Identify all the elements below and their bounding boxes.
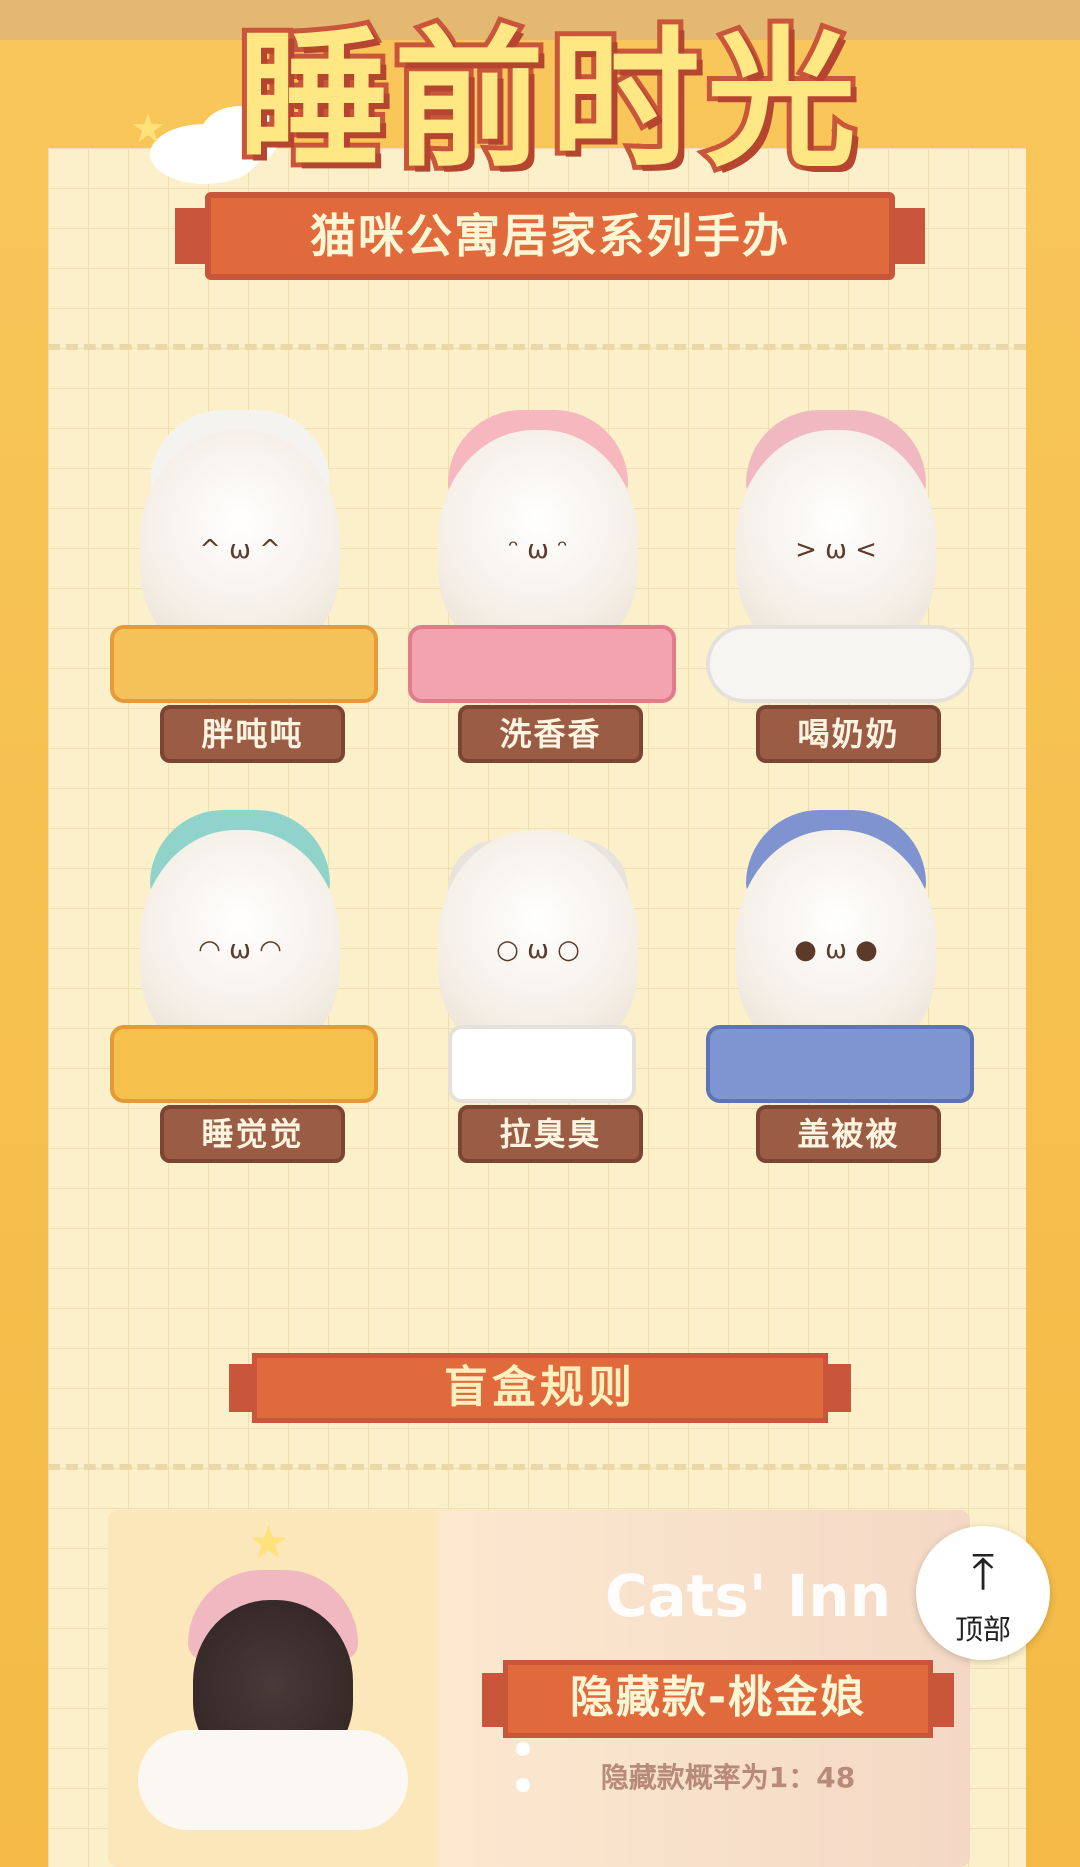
cat-face-icon: ○ ω ○ bbox=[496, 935, 580, 965]
figure-label: 喝奶奶 bbox=[756, 705, 941, 763]
cat-face-icon: > ω < bbox=[795, 535, 877, 565]
cat-face-icon: ● ω ● bbox=[794, 935, 878, 965]
figure-label: 盖被被 bbox=[756, 1105, 941, 1163]
figure-card[interactable]: ● ω ● 盖被被 bbox=[686, 800, 986, 1200]
star-icon: ★ bbox=[248, 1515, 290, 1569]
cloud-bed-icon bbox=[138, 1730, 408, 1830]
brand-logo: Cats' Inn bbox=[604, 1562, 892, 1630]
cat-face-icon: ◠ ω ◠ bbox=[198, 935, 282, 965]
towel-skirt-icon bbox=[408, 625, 676, 703]
rules-banner: 盲盒规则 bbox=[229, 1353, 851, 1423]
hidden-edition-card: ★ Cats' Inn 隐藏款-桃金娘 隐藏款概率为1：48 bbox=[108, 1510, 970, 1867]
figure-card[interactable]: ◠ ω ◠ 睡觉觉 bbox=[90, 800, 390, 1200]
cat-face-icon: ^ ω ^ bbox=[199, 535, 281, 565]
figure-card[interactable]: > ω < 喝奶奶 bbox=[686, 400, 986, 800]
back-to-top-label: 顶部 bbox=[954, 1613, 1011, 1646]
cloud-bed-icon bbox=[706, 625, 974, 703]
figure-card[interactable]: ○ ω ○ 拉臭臭 bbox=[388, 800, 688, 1200]
arrow-up-icon: ⤒ bbox=[971, 1543, 995, 1601]
divider bbox=[48, 1464, 1026, 1470]
page-title: 睡前时光 bbox=[233, 9, 862, 193]
back-to-top-button[interactable]: ⤒ 顶部 bbox=[916, 1526, 1050, 1660]
bathtub-icon bbox=[110, 625, 378, 703]
figure-card[interactable]: ᵔ ω ᵔ 洗香香 bbox=[388, 400, 688, 800]
figure-label: 睡觉觉 bbox=[160, 1105, 345, 1163]
figure-grid: ^ ω ^ 胖吨吨 ᵔ ω ᵔ 洗香香 > ω < 喝奶奶 ◠ ω ◠ 睡觉觉 … bbox=[48, 370, 1026, 1250]
toilet-icon bbox=[448, 1025, 636, 1103]
ticket-image-area: ★ bbox=[108, 1510, 438, 1867]
divider bbox=[48, 344, 1026, 350]
hidden-edition-title: 隐藏款-桃金娘 bbox=[482, 1660, 954, 1738]
subtitle-banner: 猫咪公寓居家系列手办 bbox=[175, 192, 925, 280]
title-area: ★ 睡前时光 bbox=[130, 6, 940, 196]
pet-bowl-icon bbox=[110, 1025, 378, 1103]
figure-label: 胖吨吨 bbox=[160, 705, 345, 763]
figure-label: 洗香香 bbox=[458, 705, 643, 763]
figure-card[interactable]: ^ ω ^ 胖吨吨 bbox=[90, 400, 390, 800]
hidden-edition-rate: 隐藏款概率为1：48 bbox=[600, 1761, 856, 1794]
figure-label: 拉臭臭 bbox=[458, 1105, 643, 1163]
quilt-icon bbox=[706, 1025, 974, 1103]
cat-face-icon: ᵔ ω ᵔ bbox=[508, 535, 568, 565]
